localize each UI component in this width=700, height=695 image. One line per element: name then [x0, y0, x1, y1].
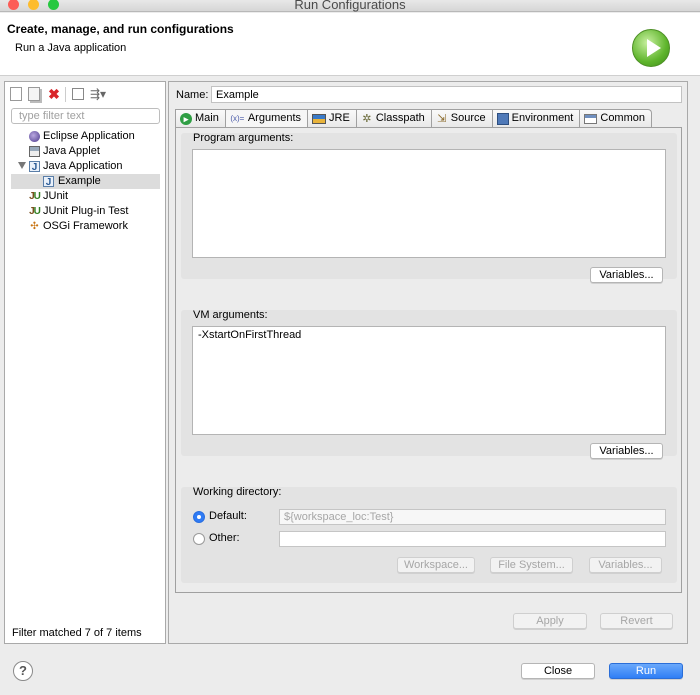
junit-plugin-icon: JU	[29, 206, 41, 217]
filter-icon[interactable]: ⇶▾	[90, 87, 106, 102]
close-button[interactable]: Close	[521, 663, 595, 679]
revert-button[interactable]: Revert	[600, 613, 673, 629]
tab-environment[interactable]: Environment	[491, 109, 580, 127]
classpath-icon: ✲	[362, 112, 372, 125]
filter-input[interactable]	[11, 108, 160, 124]
arguments-tab-content: Program arguments: Variables... VM argum…	[175, 127, 682, 593]
window-title: Run Configurations	[294, 0, 406, 12]
name-field[interactable]	[211, 86, 682, 103]
vm-arguments-label: VM arguments:	[193, 309, 268, 321]
tab-jre[interactable]: JRE	[307, 109, 356, 127]
tab-label: Common	[600, 112, 645, 124]
other-radio-label: Other:	[209, 532, 240, 544]
run-banner-icon	[632, 29, 670, 67]
help-icon[interactable]: ?	[13, 661, 33, 681]
tree-item-eclipse-application[interactable]: Eclipse Application	[5, 129, 165, 144]
vm-variables-button[interactable]: Variables...	[590, 443, 663, 459]
osgi-icon: ✣	[30, 221, 39, 232]
tab-classpath[interactable]: ✲ Classpath	[355, 109, 431, 127]
tab-label: Source	[450, 112, 486, 124]
file-system-button[interactable]: File System...	[490, 557, 573, 573]
program-arguments-label: Program arguments:	[193, 132, 294, 144]
main-icon: ▸	[180, 112, 192, 125]
tree-item-label: Example	[58, 175, 101, 187]
working-dir-variables-button[interactable]: Variables...	[589, 557, 662, 573]
tree-item-label: JUnit Plug-in Test	[43, 205, 129, 217]
new-launch-config-icon[interactable]	[10, 87, 22, 101]
tab-arguments[interactable]: (x)= Arguments	[224, 109, 308, 127]
delete-icon[interactable]: ✖	[46, 86, 62, 102]
tree-item-java-application[interactable]: J Java Application	[5, 159, 165, 174]
vm-arguments-group: VM arguments: -XstartOnFirstThread Varia…	[181, 309, 677, 459]
tree-item-label: Java Applet	[43, 145, 100, 157]
workspace-button[interactable]: Workspace...	[397, 557, 475, 573]
tree-item-label: Eclipse Application	[43, 130, 135, 142]
tab-source[interactable]: ⇲ Source	[430, 109, 492, 127]
config-editor-panel: Name: ▸ Main (x)= Arguments JRE ✲ Classp…	[168, 81, 688, 644]
tree-item-label: OSGi Framework	[43, 220, 128, 232]
jre-icon	[312, 113, 327, 124]
duplicate-icon[interactable]	[28, 87, 40, 101]
arguments-icon: (x)=	[230, 113, 245, 123]
filter-status: Filter matched 7 of 7 items	[12, 627, 142, 639]
window-titlebar: Run Configurations	[0, 0, 700, 12]
tab-label: Main	[195, 112, 219, 124]
tree-item-label: Java Application	[43, 160, 123, 172]
vm-arguments-input[interactable]: -XstartOnFirstThread	[192, 326, 666, 435]
tab-common[interactable]: Common	[579, 109, 652, 127]
tree-item-java-applet[interactable]: Java Applet	[5, 144, 165, 159]
toolbar-divider	[65, 86, 66, 102]
program-variables-button[interactable]: Variables...	[590, 267, 663, 283]
applet-icon	[29, 146, 40, 157]
dialog-subtitle: Run a Java application	[15, 42, 127, 54]
tree-item-example[interactable]: J Example	[11, 174, 160, 189]
common-icon	[584, 113, 598, 124]
eclipse-icon	[29, 131, 40, 142]
collapse-all-icon[interactable]	[72, 88, 84, 100]
default-radio[interactable]	[193, 511, 205, 523]
other-radio[interactable]	[193, 533, 205, 545]
java-app-icon: J	[29, 161, 40, 173]
config-tabs: ▸ Main (x)= Arguments JRE ✲ Classpath ⇲ …	[175, 109, 652, 127]
tab-label: Arguments	[247, 112, 302, 124]
tree-item-junit-plugin-test[interactable]: JU JUnit Plug-in Test	[5, 204, 165, 219]
tab-label: Environment	[511, 112, 574, 124]
expand-toggle-icon[interactable]	[18, 162, 26, 169]
tree-item-label: JUnit	[43, 190, 69, 202]
dialog-title: Create, manage, and run configurations	[7, 22, 234, 36]
apply-button[interactable]: Apply	[513, 613, 587, 629]
program-arguments-group: Program arguments: Variables...	[181, 132, 677, 283]
config-type-panel: ✖ ⇶▾ Eclipse Application Java Applet J J…	[4, 81, 166, 644]
default-radio-label: Default:	[209, 510, 247, 522]
tab-label: Classpath	[375, 112, 425, 124]
tab-label: JRE	[329, 112, 350, 124]
default-directory-field	[279, 509, 666, 525]
config-tree: Eclipse Application Java Applet J Java A…	[5, 129, 165, 234]
config-toolbar: ✖ ⇶▾	[10, 85, 109, 103]
junit-icon: JU	[29, 191, 41, 202]
tree-item-osgi-framework[interactable]: ✣ OSGi Framework	[5, 219, 165, 234]
other-directory-field[interactable]	[279, 531, 666, 547]
run-button[interactable]: Run	[609, 663, 683, 679]
tree-item-junit[interactable]: JU JUnit	[5, 189, 165, 204]
working-directory-group: Working directory: Default: Other: Works…	[181, 486, 677, 583]
working-directory-label: Working directory:	[193, 486, 282, 498]
program-arguments-input[interactable]	[192, 149, 666, 258]
environment-icon	[496, 112, 509, 125]
tab-main[interactable]: ▸ Main	[175, 109, 225, 127]
source-icon: ⇲	[437, 112, 447, 125]
java-app-icon: J	[43, 176, 54, 188]
name-label: Name:	[176, 89, 209, 101]
dialog-header: Create, manage, and run configurations R…	[0, 13, 700, 76]
